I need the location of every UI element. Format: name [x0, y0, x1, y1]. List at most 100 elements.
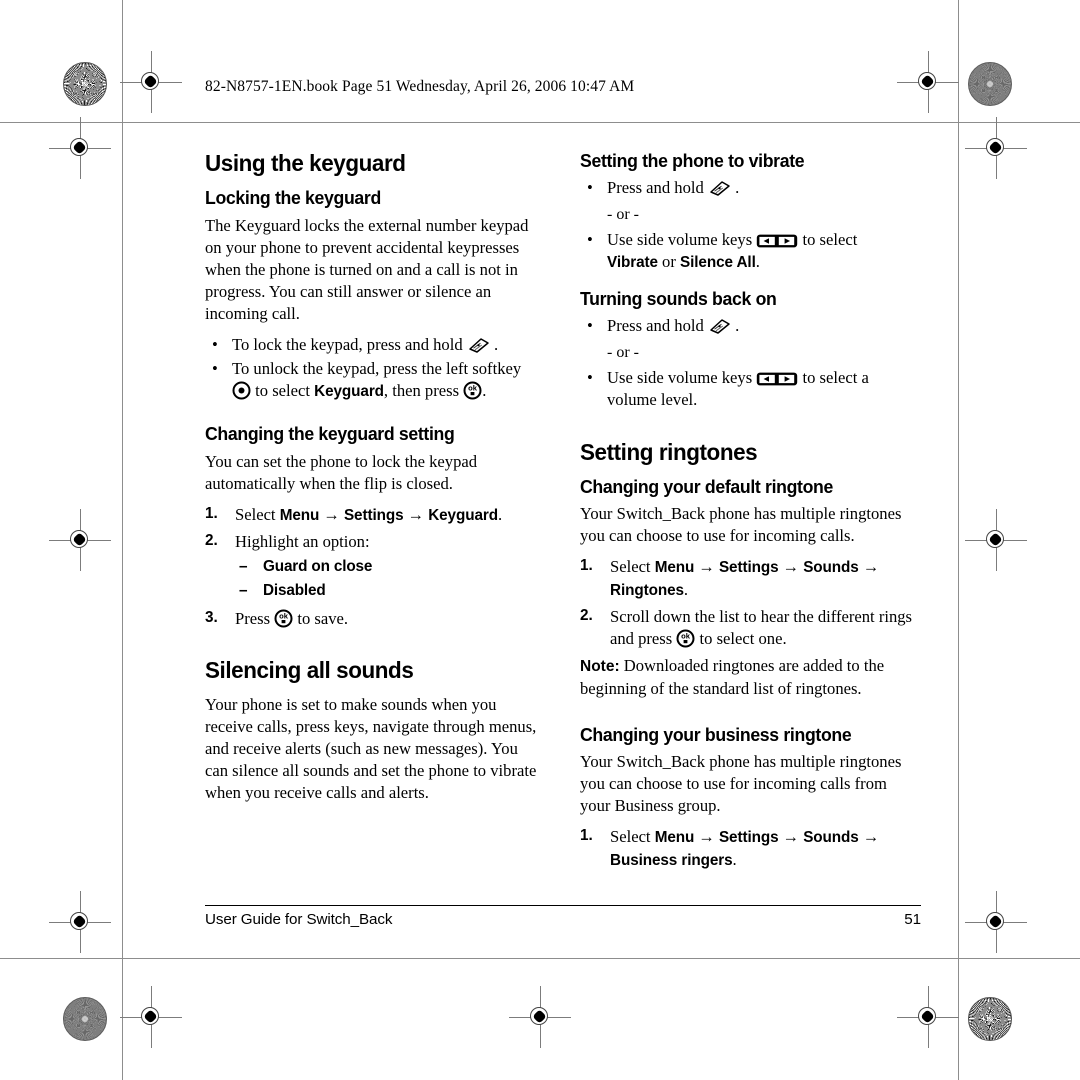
list-keyguard-options: – Guard on close – Disabled — [235, 555, 545, 602]
arrow-glyph: → — [407, 504, 425, 524]
step-item: 1. Select Menu → Settings → Sounds → Rin… — [580, 556, 920, 601]
color-rosette-bottom-left — [63, 997, 107, 1041]
dash-glyph: – — [239, 581, 248, 599]
menu-path-item: Keyguard — [428, 506, 498, 524]
step-number: 2. — [205, 532, 218, 550]
volume-rocker-icon — [756, 233, 798, 249]
svg-text:ok: ok — [468, 383, 478, 392]
menu-path-item: Settings — [343, 506, 404, 524]
menu-path-item: Ringtones — [610, 581, 684, 599]
footer-divider — [205, 905, 921, 907]
menu-path-item: Settings — [718, 829, 779, 847]
arrow-glyph: → — [782, 557, 800, 577]
step-text-end: to select one. — [699, 629, 787, 649]
footer-guide-label: User Guide for Switch_Back — [205, 911, 393, 929]
step-text: Press — [235, 608, 271, 628]
arrow-glyph: → — [862, 557, 880, 577]
menu-path-item: Menu — [654, 559, 695, 577]
registration-mark-left-middle — [49, 509, 111, 571]
heading-turning-sounds-back-on: Turning sounds back on — [580, 287, 777, 309]
ok-key-icon: ok — [274, 609, 293, 628]
menu-path-item: Menu — [654, 829, 695, 847]
ui-term-keyguard: Keyguard — [314, 383, 384, 401]
step-text-end: . — [497, 504, 503, 524]
paragraph-locking-keyguard: The Keyguard locks the external number k… — [205, 215, 529, 323]
list-vibrate-actions: • Press and hold . — [580, 177, 920, 199]
menu-path-item: Sounds — [803, 829, 859, 847]
ok-key-icon: ok — [676, 629, 695, 648]
bullet-text: To unlock the keypad, press the left sof… — [232, 358, 522, 378]
note-downloaded-ringtones: Note: Downloaded ringtones are added to … — [580, 655, 920, 700]
step-number: 1. — [205, 504, 218, 522]
menu-path-item: Menu — [279, 506, 320, 524]
heading-changing-default-ringtone: Changing your default ringtone — [580, 476, 834, 498]
section-title-silencing-all-sounds: Silencing all sounds — [205, 656, 414, 683]
heading-locking-the-keyguard: Locking the keyguard — [205, 187, 381, 209]
arrow-glyph: → — [698, 557, 715, 577]
color-rosette-top-right — [968, 62, 1012, 106]
bullet-text: To lock the keypad, press and hold — [232, 334, 463, 354]
bullet-text-mid: to select — [255, 381, 310, 401]
list-vibrate-alternate: • Use side volume keys to select Vibrate… — [580, 229, 920, 273]
list-keyguard-setting-steps: 1. Select Menu → Settings → Keyguard. 2.… — [205, 504, 545, 630]
bullet-glyph: • — [587, 230, 593, 250]
registration-mark-left-lower — [49, 891, 111, 953]
step-item: 1. Select Menu → Settings → Sounds → Bus… — [580, 826, 920, 871]
menu-path-item: Business ringers — [610, 851, 733, 869]
bullet-text-end: . — [482, 381, 487, 401]
option-label: Disabled — [263, 581, 326, 599]
list-business-ringtone-steps: 1. Select Menu → Settings → Sounds → Bus… — [580, 826, 920, 871]
svg-text:ok: ok — [279, 611, 289, 620]
option-item: – Disabled — [235, 579, 545, 603]
bullet-text-end: . — [493, 334, 499, 354]
color-rosette-bottom-right — [968, 997, 1012, 1041]
bullet-glyph: • — [587, 367, 593, 387]
arrow-glyph: → — [698, 827, 715, 847]
list-turning-sounds-alternate: • Use side volume keys to select a volum… — [580, 367, 920, 411]
bullet-glyph: • — [587, 315, 593, 335]
menu-path-item: Sounds — [803, 559, 859, 577]
step-text-end: to save. — [297, 608, 349, 628]
list-default-ringtone-steps: 1. Select Menu → Settings → Sounds → Rin… — [580, 556, 920, 650]
bullet-text-end: . — [755, 252, 760, 272]
or-separator: - or - — [607, 343, 639, 361]
step-item: 3. Press ok to save. — [205, 608, 545, 630]
step-text: Select — [610, 827, 651, 847]
step-item: 2. Scroll down the list to hear the diff… — [580, 606, 920, 650]
dash-glyph: – — [239, 558, 248, 576]
heading-changing-keyguard-setting: Changing the keyguard setting — [205, 423, 455, 445]
svg-text:ok: ok — [681, 632, 691, 641]
section-title-setting-ringtones: Setting ringtones — [580, 438, 758, 465]
step-number: 2. — [580, 607, 593, 625]
paragraph-changing-keyguard-setting: You can set the phone to lock the keypad… — [205, 451, 478, 493]
page-footer: User Guide for Switch_Back 51 — [205, 905, 921, 928]
list-item: • Use side volume keys to select Vibrate… — [580, 229, 920, 273]
color-rosette-top-left — [63, 62, 107, 106]
step-item: 1. Select Menu → Settings → Keyguard. — [205, 504, 545, 526]
list-item: • Use side volume keys to select a volum… — [580, 367, 920, 411]
bullet-text: Use side volume keys — [607, 367, 753, 387]
bullet-conjunction: or — [662, 252, 676, 272]
star-key-icon — [708, 180, 731, 197]
paragraph-business-ringtone: Your Switch_Back phone has multiple ring… — [580, 752, 902, 816]
step-text: Select — [610, 557, 651, 577]
note-text: Downloaded ringtones are added to the be… — [580, 656, 885, 698]
bullet-glyph: • — [587, 178, 593, 198]
bullet-glyph: • — [212, 334, 218, 354]
right-column: Setting the phone to vibrate • Press and… — [580, 150, 920, 876]
paragraph-silencing-all-sounds: Your phone is set to make sounds when yo… — [205, 694, 537, 803]
bullet-text: Use side volume keys — [607, 230, 753, 250]
bullet-text-mid2: , then press — [383, 381, 460, 401]
note-label: Note: — [580, 658, 620, 676]
arrow-glyph: → — [782, 827, 800, 847]
bullet-text: Press and hold — [607, 315, 704, 335]
list-turning-sounds-actions: • Press and hold . — [580, 315, 920, 337]
ui-term-silence-all: Silence All — [680, 254, 756, 272]
bullet-text-end: . — [735, 315, 740, 335]
step-number: 1. — [580, 827, 593, 845]
registration-mark-bottom-right — [897, 986, 959, 1048]
step-number: 3. — [205, 608, 218, 626]
heading-setting-phone-to-vibrate: Setting the phone to vibrate — [580, 150, 805, 171]
or-separator: - or - — [607, 206, 639, 224]
step-item: 2. Highlight an option: – Guard on close… — [205, 531, 545, 602]
